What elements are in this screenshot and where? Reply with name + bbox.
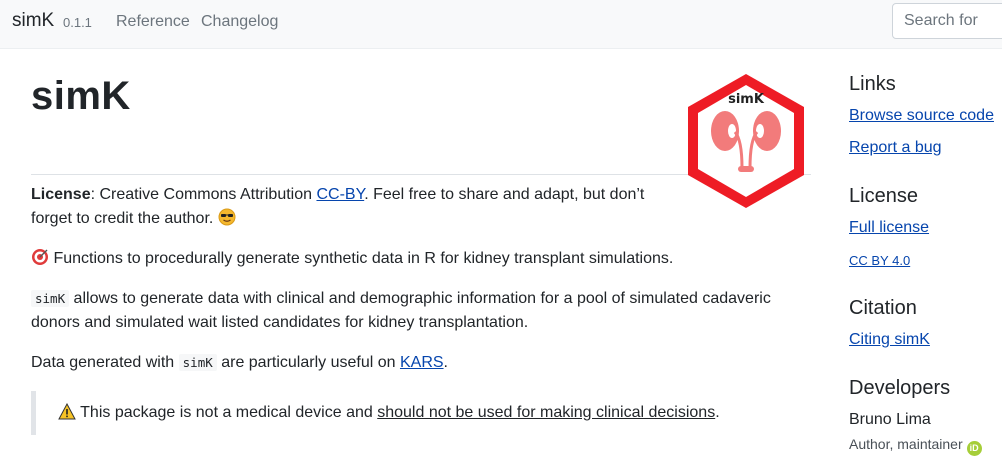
version-badge: 0.1.1 [63, 15, 92, 30]
developer-name: Bruno Lima [849, 411, 931, 428]
intro-text: Functions to procedurally generate synth… [53, 250, 674, 267]
warning-icon [58, 402, 76, 428]
license-paragraph: License: Creative Commons Attribution CC… [31, 183, 651, 234]
developers-heading: Developers [849, 377, 951, 399]
navbar: simK 0.1.1 Reference Changelog [0, 0, 1002, 49]
logo-text: simK [728, 92, 765, 107]
kars-text-after: . [443, 354, 448, 371]
intro-paragraph: Functions to procedurally generate synth… [31, 247, 791, 274]
nav-changelog-link[interactable]: Changelog [201, 13, 278, 31]
warning-text: This package is not a medical device and… [58, 401, 720, 428]
page-title: simK [31, 74, 131, 118]
kars-text-middle: are particularly useful on [216, 354, 400, 371]
simk-hex-logo: simK [688, 74, 804, 208]
warning-text-before: This package is not a medical device and [80, 404, 378, 421]
citation-heading: Citation [849, 297, 917, 319]
license-heading: License [849, 185, 918, 207]
developer-role-line: Author, maintainer iD [849, 436, 982, 456]
developer-role: Author, maintainer [849, 436, 963, 452]
license-label: License [31, 186, 91, 203]
warning-text-after: . [715, 404, 720, 421]
browse-source-link[interactable]: Browse source code [849, 107, 994, 125]
search-input[interactable] [892, 3, 1002, 39]
kars-text-before: Data generated with [31, 354, 179, 371]
kars-paragraph: Data generated with simK are particularl… [31, 351, 801, 375]
license-text: : Creative Commons Attribution [90, 186, 317, 203]
description-paragraph: simK allows to generate data with clinic… [31, 287, 801, 335]
kars-link[interactable]: KARS [400, 354, 444, 371]
description-text: allows to generate data with clinical an… [31, 290, 771, 331]
report-bug-link[interactable]: Report a bug [849, 139, 942, 157]
cc-by-4-link[interactable]: CC BY 4.0 [849, 253, 910, 268]
citing-simk-link[interactable]: Citing simK [849, 331, 930, 349]
orcid-icon[interactable]: iD [966, 441, 982, 456]
warning-underlined-text: should not be used for making clinical d… [377, 404, 716, 421]
cc-by-link[interactable]: CC-BY [316, 186, 364, 203]
brand-link[interactable]: simK [12, 10, 54, 32]
simk-code: simK [31, 290, 70, 307]
full-license-link[interactable]: Full license [849, 219, 929, 237]
nav-reference-link[interactable]: Reference [116, 13, 190, 31]
sunglasses-icon [218, 208, 236, 234]
warning-callout: This package is not a medical device and… [31, 391, 791, 435]
simk-code: simK [178, 354, 217, 371]
links-heading: Links [849, 73, 896, 95]
target-icon [31, 248, 49, 274]
